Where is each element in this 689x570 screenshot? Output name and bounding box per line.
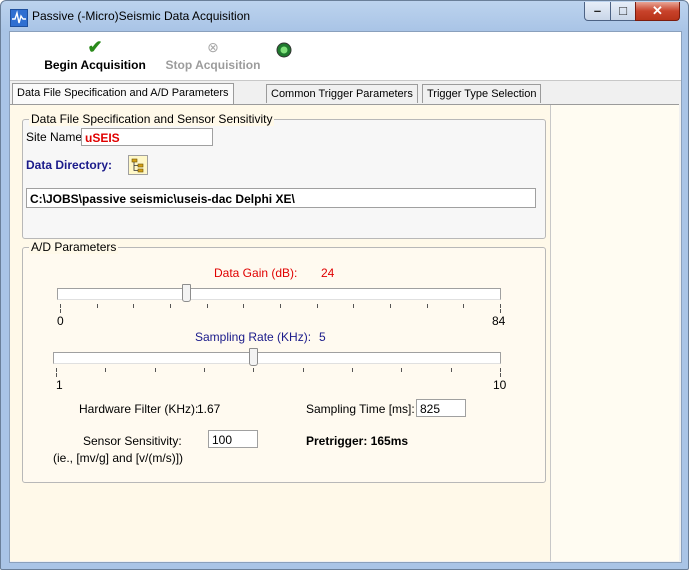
tab-trigger-type[interactable]: Trigger Type Selection — [422, 84, 542, 103]
tick-mark — [500, 373, 501, 377]
tick-mark — [317, 304, 318, 308]
tick-mark — [500, 368, 501, 372]
tab-panel: Data File Specification and Sensor Sensi… — [10, 104, 679, 561]
gain-min-label: 0 — [57, 314, 64, 328]
tick-mark — [207, 304, 208, 308]
app-waveform-icon[interactable] — [10, 9, 28, 27]
gain-track — [57, 288, 501, 300]
tick-mark — [56, 373, 57, 377]
tick-mark — [170, 304, 171, 308]
maximize-icon: □ — [619, 3, 627, 18]
rate-thumb[interactable] — [249, 348, 258, 366]
close-icon: ✕ — [652, 3, 663, 18]
folder-tree-icon — [131, 158, 144, 173]
gain-trackbar[interactable] — [57, 284, 501, 302]
data-directory-input[interactable]: C:\JOBS\passive seismic\useis-dac Delphi… — [26, 188, 536, 208]
checkmark-icon: ✔ — [87, 37, 103, 57]
ad-parameters-legend: A/D Parameters — [29, 240, 119, 254]
stop-acquisition-button[interactable]: ⊗ Stop Acquisition — [158, 36, 268, 72]
toolbar: ✔ Begin Acquisition ⊗ Stop Acquisition — [10, 32, 681, 81]
gain-label: Data Gain (dB): — [214, 266, 298, 280]
tick-mark — [451, 368, 452, 372]
tick-mark — [204, 368, 205, 372]
title-bar[interactable]: Passive (-Micro)Seismic Data Acquisition… — [1, 1, 688, 31]
tick-mark — [253, 368, 254, 372]
panel-content: Data File Specification and Sensor Sensi… — [10, 105, 551, 561]
tick-mark — [352, 368, 353, 372]
minimize-icon: – — [593, 3, 602, 18]
sensor-sensitivity-input[interactable]: 100 — [208, 430, 258, 448]
tick-mark — [500, 309, 501, 313]
tab-common-trigger[interactable]: Common Trigger Parameters — [266, 84, 418, 103]
rate-track — [53, 352, 501, 364]
hardware-filter-value: 1.67 — [197, 402, 221, 416]
tick-mark — [243, 304, 244, 308]
tick-mark — [500, 304, 501, 308]
tick-mark — [390, 304, 391, 308]
tick-mark — [401, 368, 402, 372]
rate-trackbar[interactable] — [53, 348, 501, 366]
begin-acquisition-label: Begin Acquisition — [44, 58, 146, 72]
data-directory-label: Data Directory: — [26, 158, 113, 172]
sampling-time-label: Sampling Time [ms]: — [306, 402, 415, 416]
tick-mark — [133, 304, 134, 308]
tab-data-file-spec[interactable]: Data File Specification and A/D Paramete… — [12, 83, 234, 104]
stop-icon: ⊗ — [207, 39, 219, 55]
minimize-button[interactable]: – — [584, 2, 611, 21]
tick-mark — [280, 304, 281, 308]
rate-min-label: 1 — [56, 378, 63, 392]
sensor-sensitivity-hint: (ie., [mv/g] and [v/(m/s)]) — [53, 451, 184, 465]
site-name-input[interactable]: uSEIS — [81, 128, 213, 146]
file-spec-group: Data File Specification and Sensor Sensi… — [22, 112, 546, 239]
tick-mark — [56, 368, 57, 372]
stop-acquisition-label: Stop Acquisition — [165, 58, 261, 72]
gain-max-label: 84 — [492, 314, 506, 328]
begin-acquisition-button[interactable]: ✔ Begin Acquisition — [40, 36, 150, 72]
tick-mark — [60, 309, 61, 313]
file-spec-legend: Data File Specification and Sensor Sensi… — [29, 112, 275, 126]
rate-max-label: 10 — [493, 378, 507, 392]
tick-mark — [155, 368, 156, 372]
tick-mark — [303, 368, 304, 372]
pretrigger-value: Pretrigger: 165ms — [306, 434, 409, 448]
tick-mark — [353, 304, 354, 308]
rate-label: Sampling Rate (KHz): — [195, 330, 312, 344]
sampling-time-input[interactable]: 825 — [416, 399, 466, 417]
tick-mark — [97, 304, 98, 308]
maximize-button[interactable]: □ — [610, 2, 636, 21]
sensor-sensitivity-label: Sensor Sensitivity: — [83, 434, 182, 448]
hardware-filter-label: Hardware Filter (KHz): — [79, 402, 199, 416]
tick-mark — [105, 368, 106, 372]
site-name-label: Site Name: — [26, 130, 86, 144]
app-window: Passive (-Micro)Seismic Data Acquisition… — [0, 0, 689, 570]
close-button[interactable]: ✕ — [635, 2, 680, 21]
gain-value: 24 — [321, 266, 335, 280]
tick-mark — [463, 304, 464, 308]
status-globe-icon[interactable] — [276, 42, 292, 58]
ad-parameters-group: A/D Parameters Data Gain (dB): 24 0 84 S… — [22, 240, 546, 483]
client-area: ✔ Begin Acquisition ⊗ Stop Acquisition D… — [9, 31, 682, 563]
rate-value: 5 — [319, 330, 326, 344]
browse-directory-button[interactable] — [128, 155, 148, 175]
window-title: Passive (-Micro)Seismic Data Acquisition — [32, 9, 251, 23]
tick-mark — [60, 304, 61, 308]
gain-thumb[interactable] — [182, 284, 191, 302]
tick-mark — [427, 304, 428, 308]
